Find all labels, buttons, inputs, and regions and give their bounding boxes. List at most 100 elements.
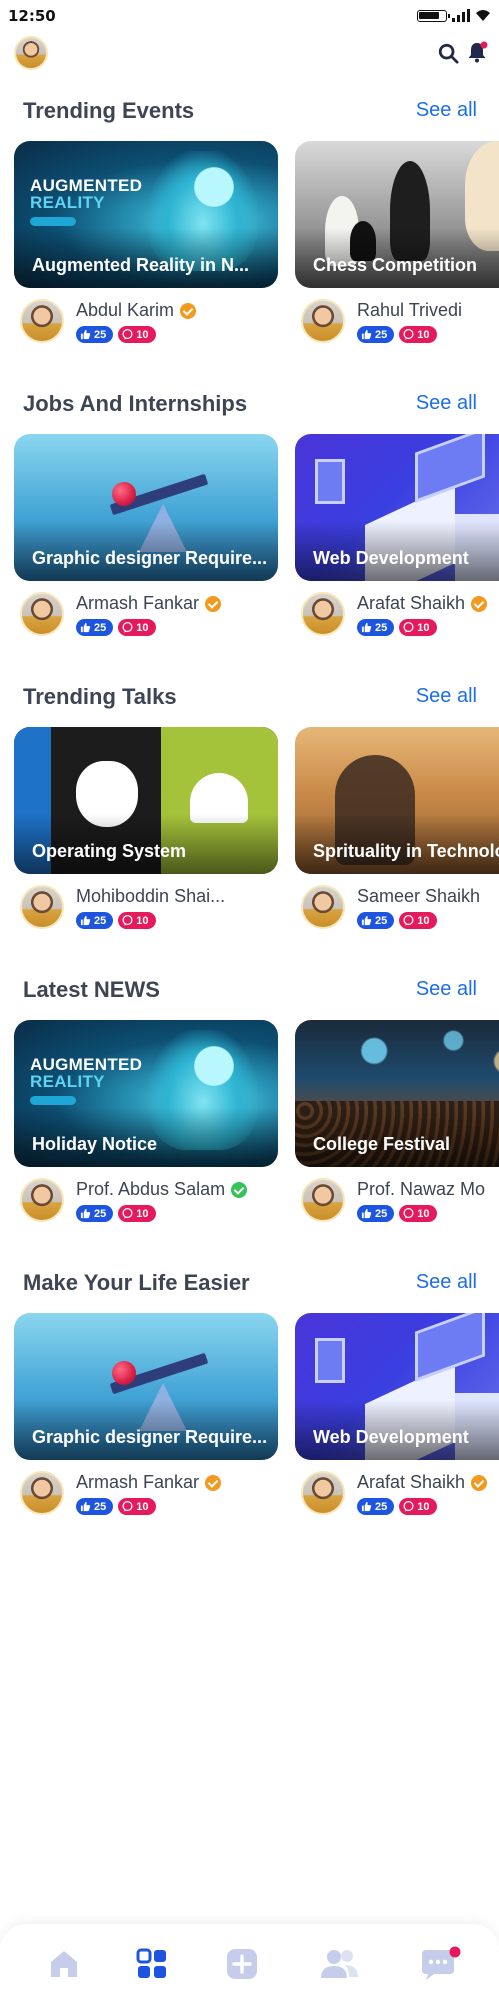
author-avatar[interactable] (20, 592, 64, 636)
grid-icon[interactable] (134, 1946, 170, 1982)
card-image[interactable]: Web Development (295, 434, 499, 581)
like-count-badge[interactable]: 25 (357, 1205, 395, 1222)
section-title: Latest NEWS (23, 977, 160, 1002)
card-carousel[interactable]: AUGMENTED REALITY Holiday Notice Prof. Ab… (14, 1020, 499, 1233)
comment-count-badge[interactable]: 10 (399, 1205, 437, 1222)
bell-icon[interactable] (465, 40, 489, 64)
home-icon[interactable] (46, 1946, 82, 1982)
comment-count-badge[interactable]: 10 (118, 912, 156, 929)
content-card[interactable]: College Festival Prof. Nawaz Mo 25 10 (295, 1020, 499, 1233)
content-card[interactable]: Web Development Arafat Shaikh 25 10 (295, 434, 499, 647)
card-stats: 25 10 (357, 1498, 437, 1515)
author-name[interactable]: Mohiboddin Shai... (76, 886, 225, 907)
section-make-your-life-easier: Make Your Life Easier See all Graphic de… (0, 1270, 499, 1560)
content-card[interactable]: AUGMENTED REALITY Augmented Reality in N.… (14, 141, 278, 354)
author-avatar[interactable] (20, 1178, 64, 1222)
verified-icon (231, 1181, 248, 1198)
author-avatar[interactable] (20, 299, 64, 343)
author-avatar[interactable] (301, 885, 345, 929)
author-name-row: Armash Fankar (76, 1472, 222, 1493)
profile-avatar[interactable] (14, 36, 48, 70)
users-icon[interactable] (318, 1946, 360, 1982)
like-count-badge[interactable]: 25 (76, 1205, 114, 1222)
author-avatar[interactable] (301, 1178, 345, 1222)
card-image[interactable]: Web Development (295, 1313, 499, 1460)
like-count-badge[interactable]: 25 (76, 326, 114, 343)
section-latest-news: Latest NEWS See all AUGMENTED REALITY Hol… (0, 977, 499, 1267)
author-name[interactable]: Sameer Shaikh (357, 886, 480, 907)
card-stats: 25 10 (357, 619, 437, 636)
card-image[interactable]: Graphic designer Require... (14, 434, 278, 581)
like-count-badge[interactable]: 25 (357, 619, 395, 636)
comment-count-badge[interactable]: 10 (118, 619, 156, 636)
author-name[interactable]: Armash Fankar (76, 593, 199, 614)
author-name-row: Sameer Shaikh (357, 886, 480, 907)
author-avatar[interactable] (20, 885, 64, 929)
author-avatar[interactable] (301, 1471, 345, 1515)
card-carousel[interactable]: Graphic designer Require... Armash Fanka… (14, 1313, 499, 1526)
card-image[interactable]: College Festival (295, 1020, 499, 1167)
like-count-badge[interactable]: 25 (357, 912, 395, 929)
chat-icon[interactable] (418, 1946, 462, 1982)
like-count-badge[interactable]: 25 (357, 1498, 395, 1515)
image-decoration (30, 217, 76, 226)
see-all-link[interactable]: See all (416, 685, 477, 708)
see-all-link[interactable]: See all (416, 99, 477, 122)
comment-icon (122, 1501, 133, 1512)
section-title: Trending Events (23, 98, 195, 123)
like-count-badge[interactable]: 25 (357, 326, 395, 343)
signal-icon (452, 9, 470, 22)
content-card[interactable]: Graphic designer Require... Armash Fanka… (14, 434, 278, 647)
card-stats: 25 10 (76, 1205, 156, 1222)
comment-count-badge[interactable]: 10 (399, 326, 437, 343)
comment-count-badge[interactable]: 10 (118, 326, 156, 343)
card-image[interactable]: AUGMENTED REALITY Augmented Reality in N.… (14, 141, 278, 288)
card-image[interactable]: Sprituality in Technology (295, 727, 499, 874)
author-name[interactable]: Arafat Shaikh (357, 593, 465, 614)
content-card[interactable]: Graphic designer Require... Armash Fanka… (14, 1313, 278, 1526)
see-all-link[interactable]: See all (416, 1271, 477, 1294)
card-image[interactable]: Operating System (14, 727, 278, 874)
card-meta: Arafat Shaikh 25 10 (295, 591, 499, 647)
battery-icon (417, 9, 450, 22)
see-all-link[interactable]: See all (416, 978, 477, 1001)
search-icon[interactable] (437, 42, 459, 64)
content-card[interactable]: Operating System Mohiboddin Shai... 25 1… (14, 727, 278, 940)
add-icon[interactable] (224, 1946, 260, 1982)
like-count-badge[interactable]: 25 (76, 619, 114, 636)
author-avatar[interactable] (20, 1471, 64, 1515)
content-card[interactable]: AUGMENTED REALITY Holiday Notice Prof. Ab… (14, 1020, 278, 1233)
image-caption: AUGMENTED REALITY (30, 176, 143, 212)
card-title: Holiday Notice (32, 1134, 158, 1154)
author-name-row: Arafat Shaikh (357, 1472, 488, 1493)
comment-count-badge[interactable]: 10 (118, 1498, 156, 1515)
thumbs-up-icon (80, 1501, 91, 1512)
card-stats: 25 10 (76, 912, 156, 929)
like-count-badge[interactable]: 25 (76, 912, 114, 929)
content-card[interactable]: Sprituality in Technology Sameer Shaikh … (295, 727, 499, 940)
like-count: 25 (94, 1207, 107, 1220)
comment-count-badge[interactable]: 10 (118, 1205, 156, 1222)
card-carousel[interactable]: AUGMENTED REALITY Augmented Reality in N.… (14, 141, 499, 354)
like-count-badge[interactable]: 25 (76, 1498, 114, 1515)
comment-count-badge[interactable]: 10 (399, 912, 437, 929)
author-name[interactable]: Arafat Shaikh (357, 1472, 465, 1493)
author-name[interactable]: Rahul Trivedi (357, 300, 462, 321)
author-name[interactable]: Armash Fankar (76, 1472, 199, 1493)
card-carousel[interactable]: Operating System Mohiboddin Shai... 25 1… (14, 727, 499, 940)
author-name[interactable]: Abdul Karim (76, 300, 174, 321)
content-card[interactable]: Chess Competition Rahul Trivedi 25 10 (295, 141, 499, 354)
card-carousel[interactable]: Graphic designer Require... Armash Fanka… (14, 434, 499, 647)
comment-count-badge[interactable]: 10 (399, 619, 437, 636)
card-image[interactable]: AUGMENTED REALITY Holiday Notice (14, 1020, 278, 1167)
author-avatar[interactable] (301, 299, 345, 343)
comment-count-badge[interactable]: 10 (399, 1498, 437, 1515)
author-avatar[interactable] (301, 592, 345, 636)
author-name[interactable]: Prof. Abdus Salam (76, 1179, 225, 1200)
see-all-link[interactable]: See all (416, 392, 477, 415)
content-card[interactable]: Web Development Arafat Shaikh 25 10 (295, 1313, 499, 1526)
card-image[interactable]: Graphic designer Require... (14, 1313, 278, 1460)
author-name[interactable]: Prof. Nawaz Mo (357, 1179, 485, 1200)
card-title: Sprituality in Technology (313, 841, 499, 861)
card-image[interactable]: Chess Competition (295, 141, 499, 288)
